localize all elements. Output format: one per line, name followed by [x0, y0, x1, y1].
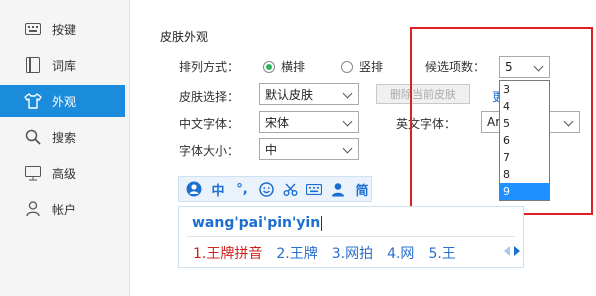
skin-value: 默认皮肤: [265, 87, 314, 102]
sidebar-item-appearance[interactable]: 外观: [0, 85, 125, 117]
sidebar-item-search[interactable]: 搜索: [0, 121, 125, 153]
radio-dot: [341, 60, 353, 73]
sidebar-item-label: 外观: [52, 94, 77, 109]
chevron-down-icon: [344, 145, 352, 153]
text-caret: [321, 215, 323, 231]
cn-font-label: 中文字体：: [179, 117, 240, 131]
sidebar-item-dictionary[interactable]: 词库: [0, 49, 125, 81]
font-size-label: 字体大小：: [179, 144, 240, 158]
ime-candidate: 2.王牌: [276, 246, 318, 262]
ime-pinyin-line: wang'pai'pin'yin: [192, 215, 323, 231]
page-next-icon: [513, 245, 521, 260]
radio-dot-checked: [263, 60, 275, 73]
scissors-icon: [281, 180, 299, 198]
sidebar-item-account[interactable]: 帐户: [0, 193, 125, 225]
chinese-mode-icon: 中: [211, 183, 225, 199]
monitor-icon: [24, 164, 42, 182]
sidebar-item-keys[interactable]: 按键: [0, 13, 125, 45]
user-icon: [24, 200, 42, 218]
section-title: 皮肤外观: [160, 30, 209, 44]
sidebar-item-label: 按键: [52, 22, 77, 37]
sidebar: 按键 词库 外观 搜索 高级 帐户: [0, 0, 130, 296]
ime-candidate: 1.王牌拼音: [193, 246, 263, 262]
font-size-value: 中: [265, 142, 278, 157]
sidebar-item-label: 词库: [52, 58, 77, 73]
page-prev-icon: [503, 245, 511, 260]
ime-pinyin-text: wang'pai'pin'yin: [192, 215, 321, 231]
sidebar-item-label: 帐户: [52, 202, 77, 217]
ime-candidate: 4.网: [387, 246, 415, 262]
layout-vertical-radio[interactable]: 竖排: [341, 58, 383, 75]
cn-font-select[interactable]: 宋体: [259, 111, 359, 133]
ime-candidate: 5.王: [428, 246, 456, 262]
ime-page-controls: [503, 245, 521, 260]
sogou-logo-icon: [185, 180, 203, 198]
ime-divider: [187, 236, 515, 237]
chevron-down-icon: [344, 90, 352, 98]
simplified-icon: 简: [355, 183, 369, 199]
layout-label: 排列方式：: [179, 60, 240, 74]
sidebar-item-advanced[interactable]: 高级: [0, 157, 125, 189]
search-icon: [24, 128, 42, 146]
ime-toolbar-preview: 中 °, 简: [178, 176, 372, 202]
ime-candidate-list: 1.王牌拼音 2.王牌 3.网拍 4.网 5.王: [193, 243, 456, 263]
ime-candidate: 3.网拍: [331, 246, 374, 262]
skin-select[interactable]: 默认皮肤: [259, 83, 359, 105]
shirt-icon: [24, 92, 42, 110]
user-icon: [329, 180, 347, 198]
annotation-highlight-box: [410, 27, 593, 215]
ime-candidate-panel-preview: wang'pai'pin'yin 1.王牌拼音 2.王牌 3.网拍 4.网 5.…: [178, 206, 524, 268]
keyboard-icon: [305, 180, 323, 198]
cn-font-value: 宋体: [265, 115, 290, 130]
font-size-select[interactable]: 中: [259, 138, 359, 160]
sidebar-item-label: 高级: [52, 166, 77, 181]
layout-horizontal-radio[interactable]: 横排: [263, 58, 305, 75]
layout-vertical-label: 竖排: [359, 60, 384, 74]
layout-horizontal-label: 横排: [281, 60, 306, 74]
sidebar-item-label: 搜索: [52, 130, 77, 145]
dictionary-icon: [24, 56, 42, 74]
emoji-icon: [257, 180, 275, 198]
keyboard-icon: [24, 20, 42, 38]
punctuation-icon: °,: [236, 181, 248, 197]
skin-label: 皮肤选择：: [179, 90, 240, 104]
chevron-down-icon: [344, 118, 352, 126]
